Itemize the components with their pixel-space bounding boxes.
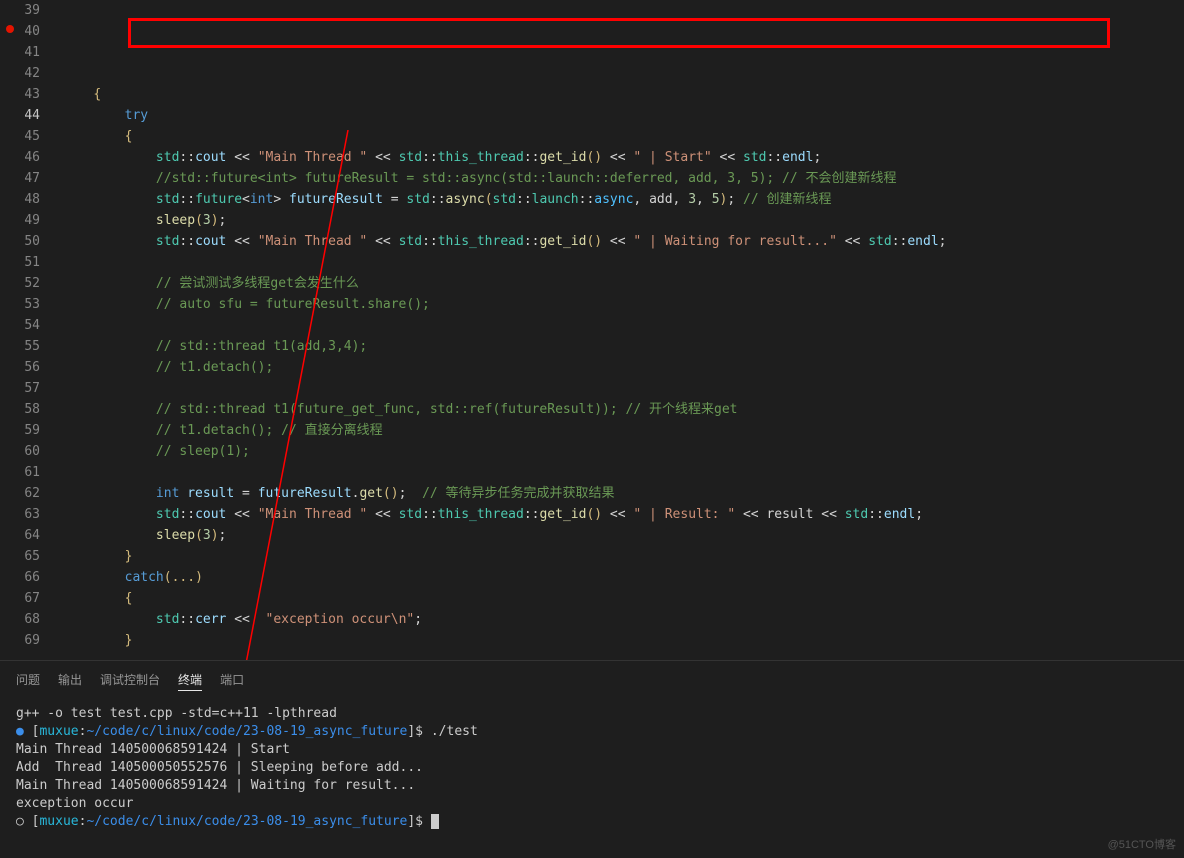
panel-tab-端口[interactable]: 端口 — [220, 669, 244, 691]
line-number[interactable]: 48 — [0, 189, 40, 210]
line-number[interactable]: 63 — [0, 504, 40, 525]
terminal-line: Main Thread 140500068591424 | Waiting fo… — [16, 777, 1168, 795]
highlight-box — [128, 18, 1110, 48]
code-line[interactable]: std::cerr << "exception occur\n"; — [62, 609, 1184, 630]
code-line[interactable]: } — [62, 630, 1184, 651]
code-line[interactable]: { — [62, 84, 1184, 105]
terminal-line: exception occur — [16, 795, 1168, 813]
code-line[interactable]: std::cout << "Main Thread " << std::this… — [62, 504, 1184, 525]
line-number[interactable]: 62 — [0, 483, 40, 504]
terminal-line: Add Thread 140500050552576 | Sleeping be… — [16, 759, 1168, 777]
line-number[interactable]: 66 — [0, 567, 40, 588]
code-line[interactable]: // auto sfu = futureResult.share(); — [62, 294, 1184, 315]
code-line[interactable] — [62, 252, 1184, 273]
code-line[interactable]: // t1.detach(); // 直接分离线程 — [62, 420, 1184, 441]
line-number[interactable]: 56 — [0, 357, 40, 378]
code-line[interactable]: std::future<int> futureResult = std::asy… — [62, 189, 1184, 210]
line-number[interactable]: 57 — [0, 378, 40, 399]
code-line[interactable] — [62, 315, 1184, 336]
code-line[interactable]: int result = futureResult.get(); // 等待异步… — [62, 483, 1184, 504]
code-line[interactable]: // t1.detach(); — [62, 357, 1184, 378]
line-number[interactable]: 53 — [0, 294, 40, 315]
code-line[interactable]: std::cout << "Main Thread " << std::this… — [62, 147, 1184, 168]
panel-tab-调试控制台[interactable]: 调试控制台 — [100, 669, 160, 691]
panel-tab-输出[interactable]: 输出 — [58, 669, 82, 691]
code-line[interactable]: } — [62, 546, 1184, 567]
code-line[interactable]: catch(...) — [62, 567, 1184, 588]
line-number[interactable]: 68 — [0, 609, 40, 630]
editor-pane: 3940414243444546474849505152535455565758… — [0, 0, 1184, 660]
code-line[interactable]: // std::thread t1(add,3,4); — [62, 336, 1184, 357]
bottom-panel: 问题输出调试控制台终端端口 g++ -o test test.cpp -std=… — [0, 660, 1184, 837]
line-number[interactable]: 42 — [0, 63, 40, 84]
line-number[interactable]: 47 — [0, 168, 40, 189]
code-line[interactable] — [62, 378, 1184, 399]
line-number[interactable]: 49 — [0, 210, 40, 231]
watermark: @51CTO博客 — [1108, 836, 1176, 852]
terminal-line: ● [muxue:~/code/c/linux/code/23-08-19_as… — [16, 723, 1168, 741]
terminal-line: g++ -o test test.cpp -std=c++11 -lpthrea… — [16, 705, 1168, 723]
line-number-gutter[interactable]: 3940414243444546474849505152535455565758… — [0, 0, 58, 660]
terminal-line: Main Thread 140500068591424 | Start — [16, 741, 1168, 759]
line-number[interactable]: 61 — [0, 462, 40, 483]
line-number[interactable]: 59 — [0, 420, 40, 441]
code-line[interactable]: // sleep(1); — [62, 441, 1184, 462]
line-number[interactable]: 46 — [0, 147, 40, 168]
code-line[interactable]: sleep(3); — [62, 210, 1184, 231]
code-line[interactable]: std::cout << "Main Thread " << std::this… — [62, 231, 1184, 252]
code-line[interactable]: // std::thread t1(future_get_func, std::… — [62, 399, 1184, 420]
panel-tab-终端[interactable]: 终端 — [178, 669, 202, 691]
line-number[interactable]: 58 — [0, 399, 40, 420]
terminal-output[interactable]: g++ -o test test.cpp -std=c++11 -lpthrea… — [0, 699, 1184, 837]
code-line[interactable]: try — [62, 105, 1184, 126]
line-number[interactable]: 55 — [0, 336, 40, 357]
line-number[interactable]: 54 — [0, 315, 40, 336]
line-number[interactable]: 45 — [0, 126, 40, 147]
code-line[interactable]: { — [62, 126, 1184, 147]
line-number[interactable]: 69 — [0, 630, 40, 651]
code-line[interactable]: { — [62, 588, 1184, 609]
line-number[interactable]: 67 — [0, 588, 40, 609]
code-line[interactable] — [62, 651, 1184, 660]
terminal-cursor — [431, 814, 439, 829]
code-line[interactable]: sleep(3); — [62, 525, 1184, 546]
line-number[interactable]: 50 — [0, 231, 40, 252]
terminal-line: ○ [muxue:~/code/c/linux/code/23-08-19_as… — [16, 813, 1168, 831]
line-number[interactable]: 65 — [0, 546, 40, 567]
line-number[interactable]: 39 — [0, 0, 40, 21]
line-number[interactable]: 44 — [0, 105, 40, 126]
code-line[interactable] — [62, 462, 1184, 483]
panel-tab-问题[interactable]: 问题 — [16, 669, 40, 691]
code-editor[interactable]: { try { std::cout << "Main Thread " << s… — [58, 0, 1184, 660]
code-line[interactable]: //std::future<int> futureResult = std::a… — [62, 168, 1184, 189]
line-number[interactable]: 64 — [0, 525, 40, 546]
code-line[interactable]: // 尝试测试多线程get会发生什么 — [62, 273, 1184, 294]
panel-tabs: 问题输出调试控制台终端端口 — [0, 661, 1184, 699]
line-number[interactable]: 52 — [0, 273, 40, 294]
line-number[interactable]: 60 — [0, 441, 40, 462]
breakpoint-indicator[interactable] — [6, 25, 14, 33]
line-number[interactable]: 41 — [0, 42, 40, 63]
line-number[interactable]: 43 — [0, 84, 40, 105]
line-number[interactable]: 51 — [0, 252, 40, 273]
